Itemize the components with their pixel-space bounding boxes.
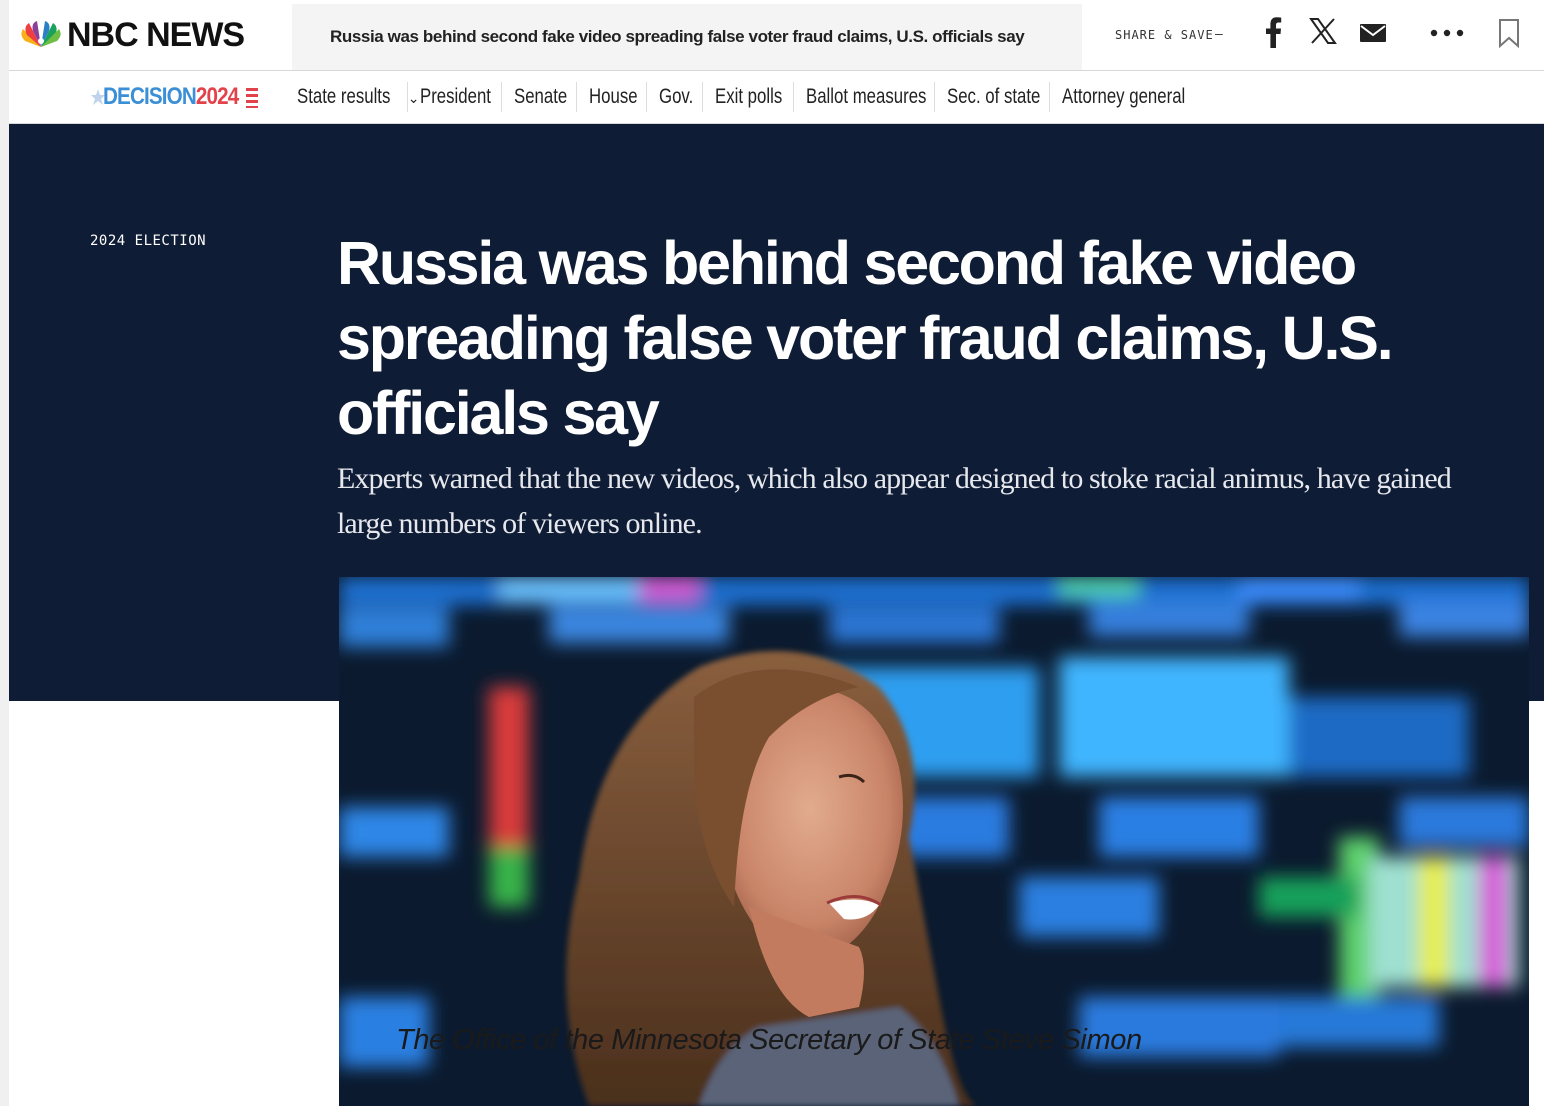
image-caption: The Office of the Minnesota Secretary of… <box>396 1024 1142 1056</box>
sticky-article-title: Russia was behind second fake video spre… <box>292 4 1082 70</box>
share-save-label[interactable]: SHARE & SAVE <box>1115 28 1214 42</box>
stripes-icon <box>246 88 259 108</box>
more-icon[interactable] <box>1429 28 1465 38</box>
facebook-icon[interactable] <box>1264 16 1282 48</box>
nav-ballot-measures-label: Ballot measures <box>806 85 927 108</box>
email-icon[interactable] <box>1359 23 1387 43</box>
sticky-title-text: Russia was behind second fake video spre… <box>330 27 1025 46</box>
decision-nav-items: State results ⌄ President Senate House Go… <box>285 71 1194 123</box>
nav-sec-of-state[interactable]: Sec. of state <box>935 82 1050 112</box>
decision-2024-nav: DECISION2024 State results ⌄ President Se… <box>9 71 1544 124</box>
nav-gov[interactable]: Gov. <box>647 82 703 112</box>
decision-wordmark: DECISION2024 <box>103 83 239 111</box>
nav-president[interactable]: President <box>408 82 502 112</box>
nav-gov-label: Gov. <box>659 85 694 108</box>
page: NBC NEWS Russia was behind second fake v… <box>9 0 1544 1106</box>
nav-exit-polls-label: Exit polls <box>715 85 783 108</box>
article-kicker[interactable]: 2024 ELECTION <box>90 233 206 249</box>
nav-house-label: House <box>589 85 638 108</box>
nav-attorney-general-label: Attorney general <box>1062 85 1186 108</box>
brand-name: NBC NEWS <box>67 16 245 54</box>
article-headline: Russia was behind second fake video spre… <box>337 229 1394 447</box>
decision-year: 2024 <box>195 83 239 110</box>
x-icon[interactable] <box>1309 17 1337 45</box>
nav-senate-label: Senate <box>514 85 568 108</box>
nav-state-results-label: State results <box>297 85 391 108</box>
nav-sec-of-state-label: Sec. of state <box>947 85 1041 108</box>
nav-house[interactable]: House <box>577 82 647 112</box>
nav-exit-polls[interactable]: Exit polls <box>703 82 794 112</box>
decision-label: DECISION <box>103 83 197 110</box>
nav-state-results[interactable]: State results ⌄ <box>285 82 419 112</box>
decision-2024-logo[interactable]: DECISION2024 <box>91 83 259 111</box>
share-collapse-toggle[interactable]: – <box>1215 25 1223 41</box>
bookmark-icon[interactable] <box>1497 18 1521 48</box>
nbc-news-logo[interactable]: NBC NEWS <box>9 4 293 70</box>
peacock-icon <box>21 21 61 47</box>
nav-senate[interactable]: Senate <box>502 82 577 112</box>
nav-attorney-general[interactable]: Attorney general <box>1050 82 1194 112</box>
top-header: NBC NEWS Russia was behind second fake v… <box>9 0 1544 71</box>
article-dek: Experts warned that the new videos, whic… <box>337 462 1452 540</box>
nav-ballot-measures[interactable]: Ballot measures <box>794 82 935 112</box>
nav-president-label: President <box>420 85 491 108</box>
